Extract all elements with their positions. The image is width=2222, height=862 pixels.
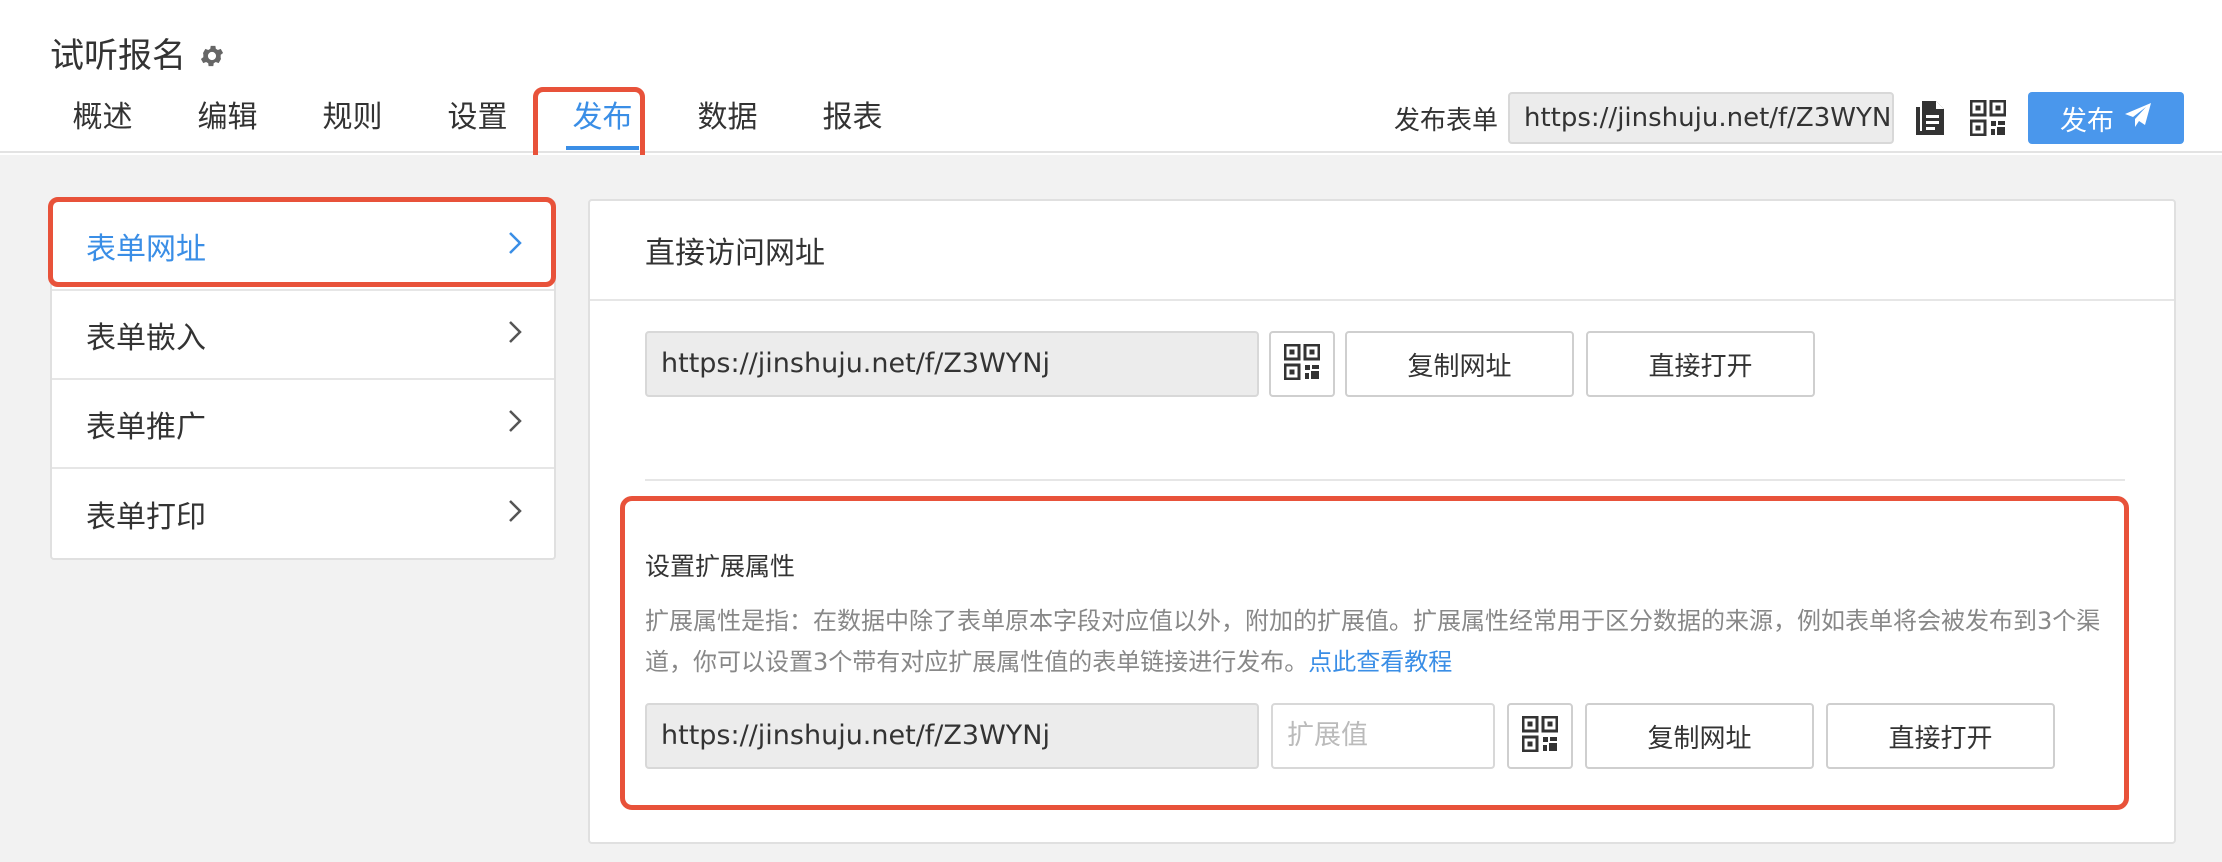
copy-document-icon[interactable] [1908, 92, 1952, 144]
form-title-text: 试听报名 [50, 36, 186, 76]
direct-url-field[interactable]: https://jinshuju.net/f/Z3WYNj [645, 331, 1259, 397]
extension-title: 设置扩展属性 [645, 552, 796, 581]
qr-code-icon [1283, 343, 1321, 384]
sidebar-item-label: 表单推广 [86, 409, 206, 445]
chevron-right-icon [508, 228, 522, 263]
form-url-panel: 直接访问网址 https://jinshuju.net/f/Z3WYNj 复制网… [588, 199, 2176, 844]
sidebar-item-label: 表单嵌入 [86, 320, 206, 356]
qr-code-icon[interactable] [1966, 92, 2010, 144]
sidebar-item-label: 表单网址 [86, 231, 206, 267]
paper-plane-icon [2124, 102, 2152, 135]
form-title: 试听报名 [50, 28, 226, 77]
publish-url-field[interactable]: https://jinshuju.net/f/Z3WYN [1508, 92, 1894, 144]
tab-data[interactable]: 数据 [665, 92, 790, 144]
tab-overview[interactable]: 概述 [40, 92, 165, 144]
tab-rules[interactable]: 规则 [290, 92, 415, 144]
gear-icon[interactable] [198, 39, 226, 67]
chevron-right-icon [508, 406, 522, 441]
sidebar-item-form-promote[interactable]: 表单推广 [52, 380, 554, 469]
copy-url-button[interactable]: 复制网址 [1345, 331, 1574, 397]
extension-qr-code-button[interactable] [1507, 703, 1573, 769]
extension-description: 扩展属性是指：在数据中除了表单原本字段对应值以外，附加的扩展值。扩展属性经常用于… [645, 601, 2125, 683]
sidebar-item-form-url[interactable]: 表单网址 [52, 202, 554, 291]
extension-url-row: https://jinshuju.net/f/Z3WYNj 扩展值 复制网址 直… [645, 703, 2055, 769]
sidebar-item-label: 表单打印 [86, 499, 206, 535]
qr-code-button[interactable] [1269, 331, 1335, 397]
publish-area: 发布表单 https://jinshuju.net/f/Z3WYN 发布 [1394, 92, 2184, 144]
panel-title: 直接访问网址 [590, 201, 2174, 301]
extension-open-direct-button[interactable]: 直接打开 [1826, 703, 2055, 769]
publish-form-label: 发布表单 [1393, 105, 1498, 136]
tab-publish[interactable]: 发布 [540, 92, 665, 150]
section-divider [645, 479, 2125, 481]
direct-url-row: https://jinshuju.net/f/Z3WYNj 复制网址 直接打开 [645, 331, 1815, 397]
tab-report[interactable]: 报表 [790, 92, 915, 144]
publish-sidebar: 表单网址 表单嵌入 表单推广 表单打印 [50, 200, 556, 560]
top-header: 试听报名 概述 编辑 规则 设置 发布 数据 报表 发布表单 https://j… [0, 0, 2222, 173]
extension-url-field[interactable]: https://jinshuju.net/f/Z3WYNj [645, 703, 1259, 769]
qr-code-icon [1521, 715, 1559, 756]
chevron-right-icon [508, 496, 522, 531]
open-direct-button[interactable]: 直接打开 [1586, 331, 1815, 397]
extension-copy-url-button[interactable]: 复制网址 [1585, 703, 1814, 769]
tab-edit[interactable]: 编辑 [165, 92, 290, 144]
sidebar-item-form-print[interactable]: 表单打印 [52, 469, 554, 558]
chevron-right-icon [508, 317, 522, 352]
publish-button-label: 发布 [2060, 105, 2114, 137]
publish-button[interactable]: 发布 [2028, 92, 2184, 144]
top-tabs: 概述 编辑 规则 设置 发布 数据 报表 [40, 92, 915, 150]
extension-value-input[interactable]: 扩展值 [1271, 703, 1495, 769]
sidebar-item-form-embed[interactable]: 表单嵌入 [52, 291, 554, 380]
main-content: 表单网址 表单嵌入 表单推广 表单打印 直接访问网址 https://jinsh… [0, 155, 2222, 862]
tutorial-link[interactable]: 点此查看教程 [1308, 648, 1452, 676]
tab-settings[interactable]: 设置 [415, 92, 540, 144]
